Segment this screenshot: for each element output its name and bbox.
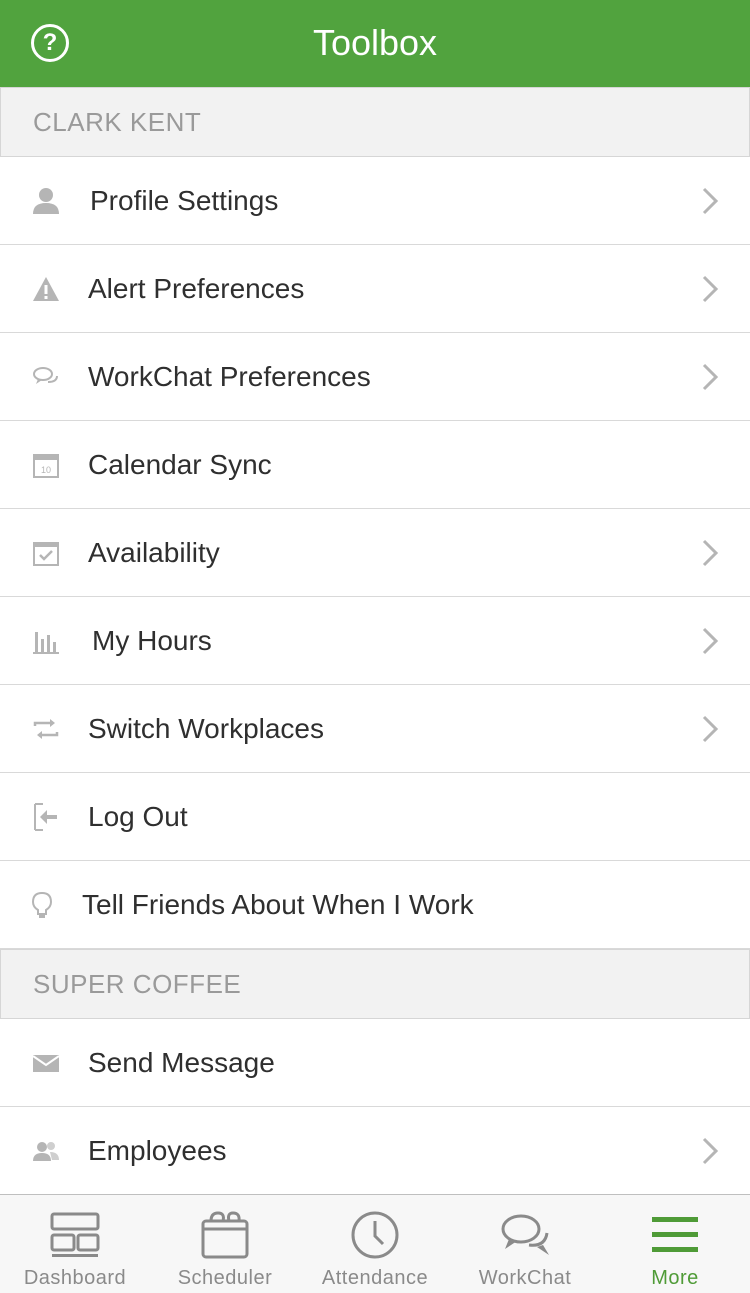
- availability-label: Availability: [88, 537, 220, 568]
- tab-more[interactable]: More: [600, 1195, 750, 1293]
- chevron-right-icon: [700, 625, 720, 657]
- tab-label: Dashboard: [23, 1267, 127, 1289]
- chevron-right-icon: [700, 537, 720, 569]
- log-out-label: Log Out: [88, 801, 188, 832]
- lightbulb-icon: [26, 889, 58, 921]
- dashboard-icon: [49, 1209, 101, 1261]
- envelope-icon: [30, 1047, 62, 1079]
- tell-friends-row[interactable]: Tell Friends About When I Work: [0, 861, 750, 949]
- workchat-preferences-row[interactable]: WorkChat Preferences: [0, 333, 750, 421]
- calendar-check-icon: [30, 537, 62, 569]
- chat-bubbles-icon: [30, 361, 62, 393]
- section-header-workplace: SUPER COFFEE: [0, 949, 750, 1019]
- workchat-icon: [499, 1209, 551, 1261]
- switch-workplaces-row[interactable]: Switch Workplaces: [0, 685, 750, 773]
- calendar-icon-number: 10: [41, 465, 51, 475]
- chevron-right-icon: [700, 713, 720, 745]
- person-icon: [30, 185, 62, 217]
- tab-workchat[interactable]: WorkChat: [450, 1195, 600, 1293]
- employees-label: Employees: [88, 1135, 227, 1166]
- workchat-preferences-label: WorkChat Preferences: [88, 361, 371, 392]
- tell-friends-label: Tell Friends About When I Work: [82, 889, 474, 920]
- toolbox-list: CLARK KENT Profile Settings Alert Prefer…: [0, 87, 750, 1194]
- chevron-right-icon: [700, 361, 720, 393]
- clock-icon: [349, 1209, 401, 1261]
- switch-workplaces-label: Switch Workplaces: [88, 713, 325, 744]
- calendar-sync-label: Calendar Sync: [88, 449, 272, 480]
- profile-settings-row[interactable]: Profile Settings: [0, 157, 750, 245]
- bottom-tab-bar: Dashboard Scheduler Attendance WorkChat …: [0, 1194, 750, 1293]
- top-bar: ? Toolbox: [0, 0, 750, 87]
- tab-label: Attendance: [321, 1267, 429, 1289]
- tab-attendance[interactable]: Attendance: [300, 1195, 450, 1293]
- chevron-right-icon: [700, 1135, 720, 1167]
- log-out-row[interactable]: Log Out: [0, 773, 750, 861]
- logout-icon: [30, 801, 62, 833]
- tab-label: More: [651, 1267, 699, 1289]
- page-title: Toolbox: [312, 22, 438, 63]
- group-icon: [30, 1135, 62, 1167]
- swap-icon: [30, 713, 62, 745]
- employees-row[interactable]: Employees: [0, 1107, 750, 1194]
- send-message-row[interactable]: Send Message: [0, 1019, 750, 1107]
- calendar-icon: 10: [30, 449, 62, 481]
- warning-icon: [30, 273, 62, 305]
- scheduler-icon: [199, 1209, 251, 1261]
- tab-dashboard[interactable]: Dashboard: [0, 1195, 150, 1293]
- send-message-label: Send Message: [88, 1047, 275, 1078]
- calendar-sync-row[interactable]: 10 Calendar Sync: [0, 421, 750, 509]
- tab-label: WorkChat: [478, 1267, 572, 1289]
- availability-row[interactable]: Availability: [0, 509, 750, 597]
- bar-chart-icon: [30, 625, 62, 657]
- my-hours-row[interactable]: My Hours: [0, 597, 750, 685]
- alert-preferences-row[interactable]: Alert Preferences: [0, 245, 750, 333]
- alert-preferences-label: Alert Preferences: [88, 273, 305, 304]
- chevron-right-icon: [700, 273, 720, 305]
- chevron-right-icon: [700, 185, 720, 217]
- menu-icon: [649, 1209, 701, 1261]
- tab-scheduler[interactable]: Scheduler: [150, 1195, 300, 1293]
- section-header-user: CLARK KENT: [0, 87, 750, 157]
- my-hours-label: My Hours: [92, 625, 212, 656]
- profile-settings-label: Profile Settings: [90, 185, 279, 216]
- tab-label: Scheduler: [177, 1267, 273, 1289]
